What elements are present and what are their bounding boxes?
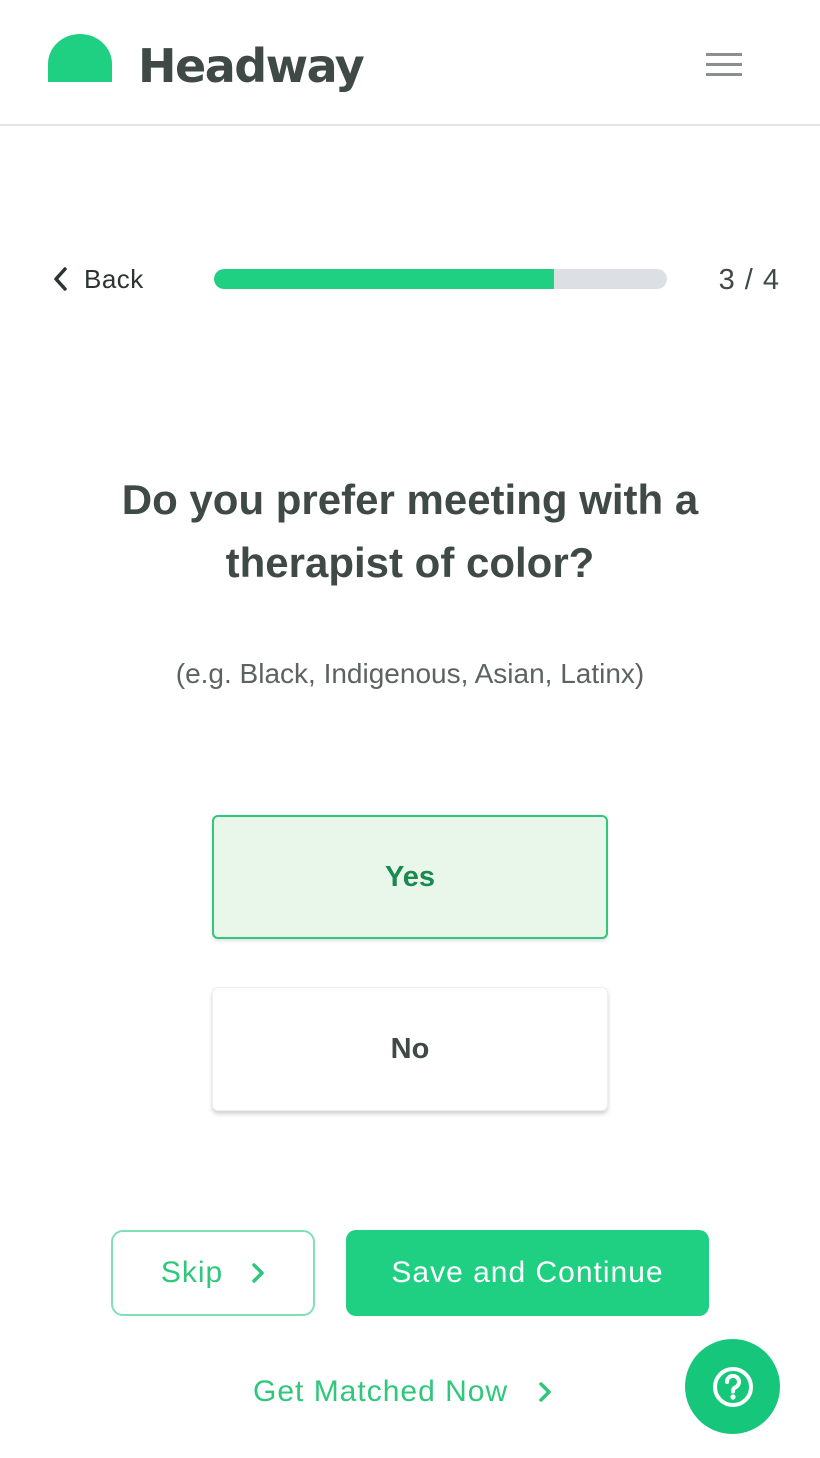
get-matched-now-link[interactable]: Get Matched Now [253,1370,552,1414]
option-yes-button[interactable]: Yes [212,815,608,939]
question-mark-icon [712,1366,753,1407]
step-counter: 3 / 4 [718,264,780,296]
headway-logo-icon[interactable] [48,34,112,82]
page: Headway Back 3 / 4 Do you prefer meeting… [0,0,820,1458]
chevron-left-icon [52,266,70,292]
skip-button[interactable]: Skip [111,1230,315,1316]
brand-name[interactable]: Headway [138,36,365,96]
chevron-right-icon [538,1381,552,1403]
help-button[interactable] [685,1339,780,1434]
chevron-right-icon [251,1262,265,1284]
progress-bar-fill [214,269,554,289]
back-label: Back [84,263,144,294]
top-header: Headway [0,0,820,126]
progress-bar [214,269,667,289]
get-matched-now-label: Get Matched Now [253,1375,509,1408]
option-no-button[interactable]: No [212,987,608,1111]
question-title: Do you prefer meeting with a therapist o… [121,476,699,586]
question-hint: (e.g. Black, Indigenous, Asian, Latinx) [175,658,645,689]
save-and-continue-button[interactable]: Save and Continue [346,1230,709,1316]
skip-label: Skip [160,1256,224,1289]
hamburger-menu-icon[interactable] [702,48,746,82]
back-button[interactable]: Back [52,258,144,300]
